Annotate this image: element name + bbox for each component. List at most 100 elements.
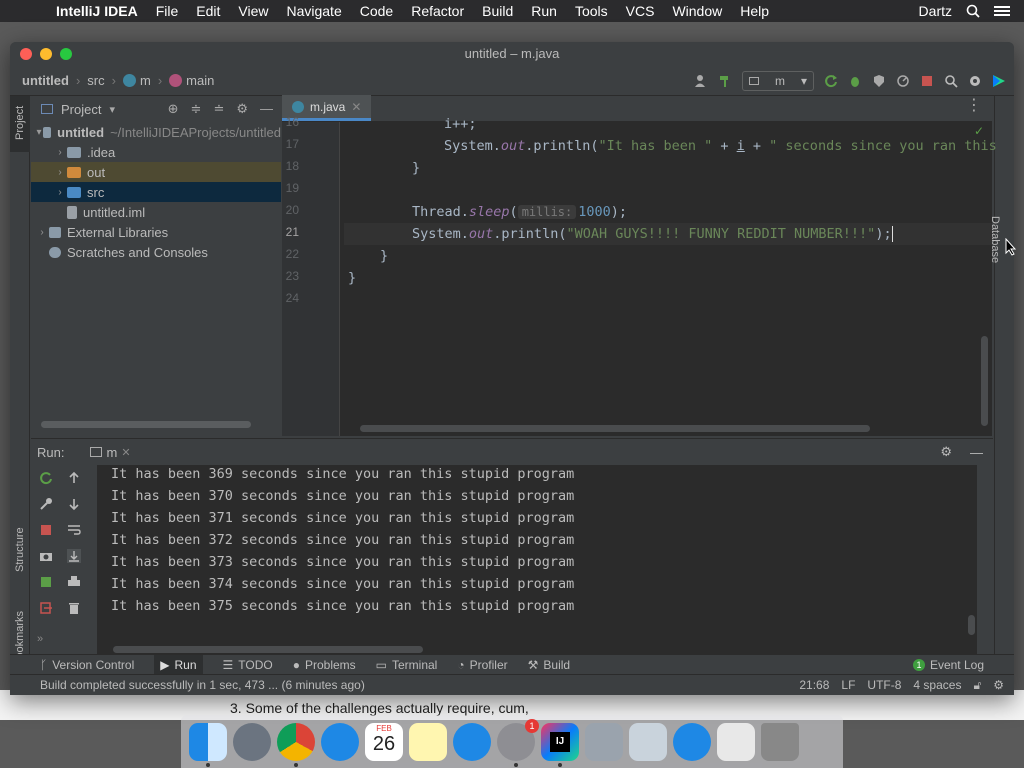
structure-stripe-label[interactable]: Structure — [14, 527, 26, 572]
close-tab-icon[interactable]: ✕ — [351, 100, 361, 114]
arrow-up-icon[interactable] — [67, 471, 81, 485]
menu-window[interactable]: Window — [663, 3, 731, 19]
expand-all-icon[interactable]: ≑ — [191, 101, 202, 117]
scroll-to-end-icon[interactable] — [67, 549, 81, 563]
chrome-icon[interactable] — [277, 722, 315, 767]
spotlight-search-icon[interactable] — [966, 4, 980, 18]
run-settings-gear-icon[interactable]: ⚙ — [940, 444, 952, 460]
jetbrains-logo-icon[interactable] — [992, 74, 1006, 88]
menu-view[interactable]: View — [229, 3, 277, 19]
no-problems-check-icon[interactable]: ✓ — [974, 124, 984, 138]
vertical-scrollbar[interactable] — [981, 336, 988, 426]
trash-icon[interactable] — [67, 601, 81, 615]
expand-arrow-icon[interactable]: › — [53, 147, 67, 158]
tool-tab-run[interactable]: ▶ Run — [154, 654, 203, 675]
close-tab-icon[interactable]: ✕ — [121, 446, 130, 459]
soft-wrap-icon[interactable] — [67, 523, 81, 537]
debug-bug-icon[interactable] — [848, 74, 862, 88]
tree-row-out[interactable]: › out — [31, 162, 281, 182]
launchpad-rocket-icon[interactable] — [233, 722, 271, 761]
status-message[interactable]: Build completed successfully in 1 sec, 4… — [40, 678, 365, 692]
lock-icon[interactable]: 🔓︎ — [973, 678, 981, 693]
settings-gear-icon[interactable] — [968, 74, 982, 88]
notes-icon[interactable] — [409, 722, 447, 761]
menu-edit[interactable]: Edit — [187, 3, 229, 19]
safari-compass-icon[interactable] — [321, 722, 359, 761]
keychain-icon[interactable] — [585, 722, 623, 761]
documents-folder-icon[interactable] — [717, 722, 755, 761]
system-preferences-gear-icon[interactable]: 1 — [497, 718, 539, 767]
indent-setting[interactable]: 4 spaces — [913, 678, 961, 693]
menu-code[interactable]: Code — [351, 3, 402, 19]
rerun-icon[interactable] — [824, 74, 838, 88]
menu-vcs[interactable]: VCS — [617, 3, 664, 19]
hide-panel-icon[interactable]: — — [260, 101, 273, 117]
more-options-icon[interactable]: ⋮ — [956, 95, 992, 121]
breadcrumb-folder[interactable]: src — [87, 73, 104, 88]
breadcrumb-class[interactable]: m — [122, 73, 151, 88]
preview-icon[interactable] — [629, 722, 667, 761]
tree-row-external-libraries[interactable]: › External Libraries — [31, 222, 281, 242]
expand-arrow-icon[interactable]: › — [35, 227, 49, 238]
tree-row-src[interactable]: › src — [31, 182, 281, 202]
breadcrumb-project[interactable]: untitled — [22, 73, 69, 88]
hide-panel-icon[interactable]: — — [960, 445, 993, 460]
tree-row-scratches[interactable]: Scratches and Consoles — [31, 242, 281, 262]
project-stripe-label[interactable]: Project — [14, 106, 26, 140]
locate-crosshair-icon[interactable]: ⊕ — [168, 101, 179, 117]
print-icon[interactable] — [67, 575, 81, 589]
event-log-button[interactable]: 1 Event Log — [912, 658, 1014, 672]
tool-tab-build[interactable]: ⚒ Build — [528, 658, 570, 672]
breadcrumb-method[interactable]: main — [169, 73, 214, 88]
menu-app-name[interactable]: IntelliJ IDEA — [42, 3, 147, 19]
run-tab-m[interactable]: m ✕ — [72, 445, 131, 460]
horizontal-scrollbar[interactable] — [360, 425, 870, 432]
build-hammer-icon[interactable] — [718, 74, 732, 88]
intellij-idea-icon[interactable]: IJ — [541, 722, 579, 767]
close-window-button[interactable] — [20, 48, 32, 60]
app-store-download-icon[interactable] — [673, 722, 711, 761]
inspection-icon[interactable]: ⚙ — [993, 678, 1004, 693]
file-encoding[interactable]: UTF-8 — [867, 678, 901, 693]
tool-tab-terminal[interactable]: ▭ Terminal — [376, 658, 438, 672]
horizontal-scrollbar[interactable] — [113, 646, 423, 653]
menu-build[interactable]: Build — [473, 3, 522, 19]
menu-tools[interactable]: Tools — [566, 3, 617, 19]
menu-help[interactable]: Help — [731, 3, 778, 19]
collapse-all-icon[interactable]: ≐ — [213, 101, 224, 117]
user-dropdown-icon[interactable] — [694, 74, 708, 88]
code-editor[interactable]: m.java ✕ ⋮ 16 17 18 19 20 21 22 23 24 i+… — [282, 95, 997, 436]
expand-arrow-icon[interactable]: › — [53, 167, 67, 178]
camera-icon[interactable] — [39, 549, 53, 563]
arrow-down-icon[interactable] — [67, 497, 81, 511]
run-config-select[interactable]: m ▾ — [742, 71, 814, 91]
wrench-icon[interactable] — [39, 497, 53, 511]
menu-navigate[interactable]: Navigate — [277, 3, 350, 19]
panel-settings-gear-icon[interactable]: ⚙ — [236, 101, 248, 117]
profiler-icon[interactable] — [896, 74, 910, 88]
zoom-window-button[interactable] — [60, 48, 72, 60]
trash-icon[interactable] — [761, 722, 799, 761]
menu-file[interactable]: File — [147, 3, 188, 19]
stop-icon[interactable] — [920, 74, 934, 88]
project-panel-title[interactable]: Project — [61, 102, 101, 117]
menu-run[interactable]: Run — [522, 3, 566, 19]
restore-layout-icon[interactable] — [39, 575, 53, 589]
console-output[interactable]: It has been 369 seconds since you ran th… — [97, 465, 977, 657]
chevron-down-icon[interactable]: ▾ — [109, 103, 115, 116]
minimize-window-button[interactable] — [40, 48, 52, 60]
more-chevron-icon[interactable]: » — [37, 633, 43, 645]
expand-arrow-icon[interactable]: › — [53, 187, 67, 198]
menu-user[interactable]: Dartz — [919, 3, 952, 19]
app-store-icon[interactable] — [453, 722, 491, 761]
vertical-scrollbar[interactable] — [968, 615, 975, 635]
tree-row-idea[interactable]: › .idea — [31, 142, 281, 162]
tool-tab-problems[interactable]: ● Problems — [293, 658, 356, 672]
tree-row-root[interactable]: ▾ untitled ~/IntelliJIDEAProjects/untitl… — [31, 122, 281, 142]
control-center-icon[interactable] — [994, 5, 1010, 17]
rerun-icon[interactable] — [39, 471, 53, 485]
coverage-shield-icon[interactable] — [872, 74, 886, 88]
stop-icon[interactable] — [39, 523, 53, 537]
finder-icon[interactable] — [189, 722, 227, 767]
tool-tab-todo[interactable]: ☰ TODO — [223, 658, 273, 672]
